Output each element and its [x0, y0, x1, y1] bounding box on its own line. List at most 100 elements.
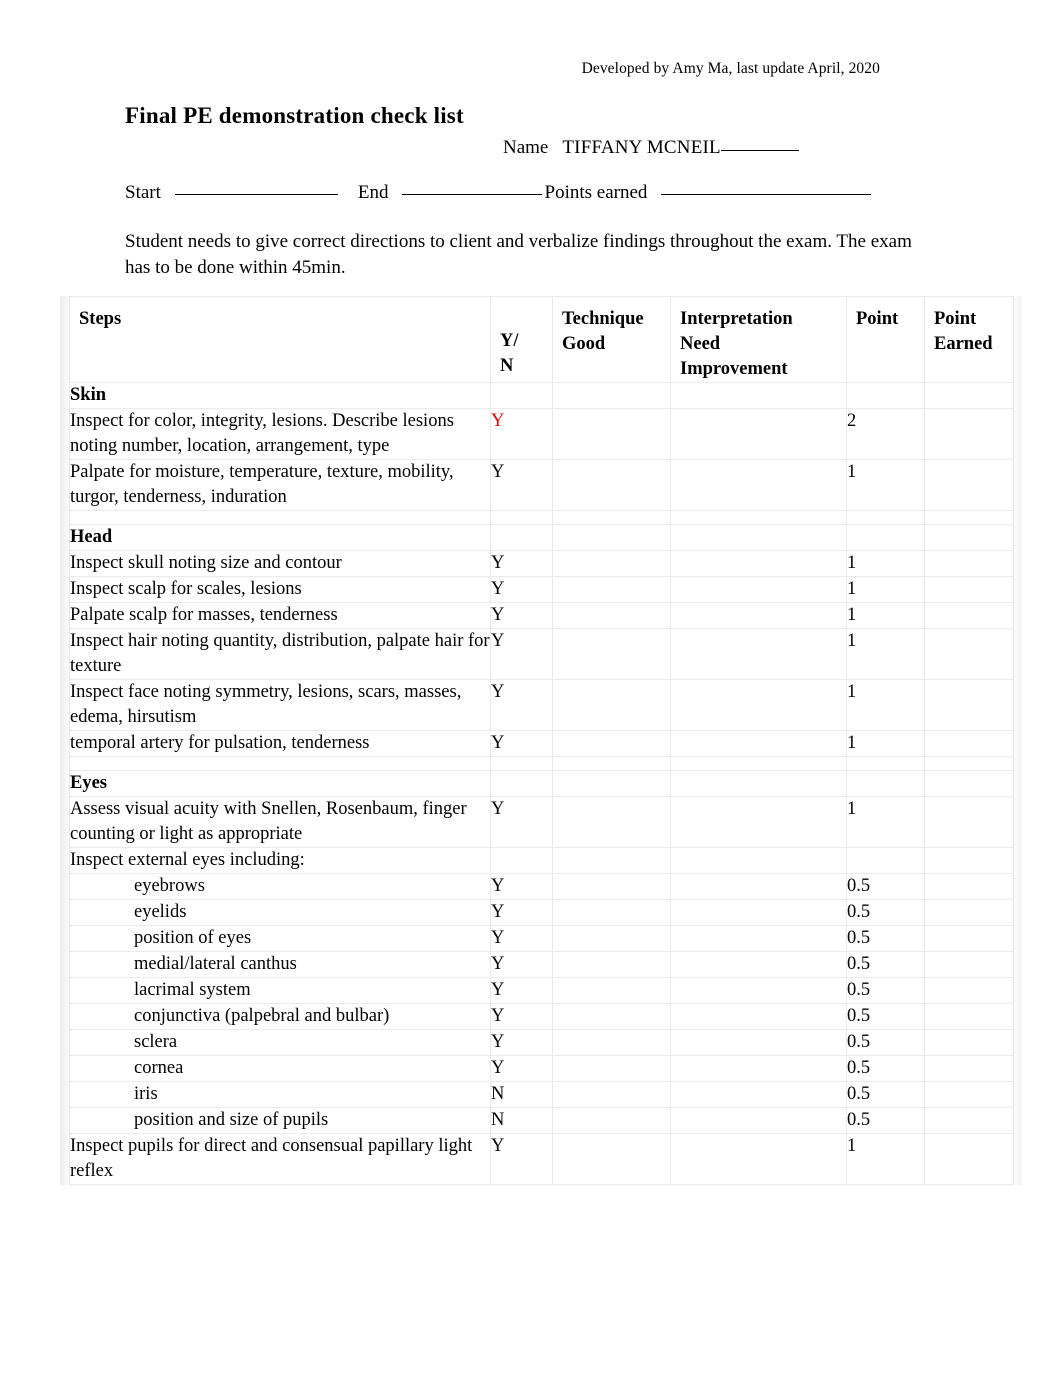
yn-cell[interactable]: Y: [490, 459, 553, 511]
yn-cell[interactable]: N: [490, 1081, 553, 1108]
interpretation-cell[interactable]: [670, 1081, 847, 1108]
interpretation-cell[interactable]: [670, 925, 847, 952]
technique-good-cell[interactable]: [552, 1133, 671, 1185]
yn-cell[interactable]: [490, 847, 553, 874]
technique-good-cell[interactable]: [552, 925, 671, 952]
interpretation-cell[interactable]: [670, 382, 847, 409]
yn-cell[interactable]: Y: [490, 628, 553, 680]
points-earned-input-underline[interactable]: [661, 194, 872, 195]
name-value[interactable]: TIFFANY MCNEIL: [562, 137, 721, 158]
end-input-underline[interactable]: [401, 194, 542, 195]
point-earned-cell[interactable]: [924, 1029, 1014, 1056]
interpretation-cell[interactable]: [670, 873, 847, 900]
technique-good-cell[interactable]: [552, 1003, 671, 1030]
point-earned-cell[interactable]: [924, 602, 1014, 629]
interpretation-cell[interactable]: [670, 524, 847, 551]
point-earned-cell[interactable]: [924, 770, 1014, 797]
point-earned-cell[interactable]: [924, 899, 1014, 926]
point-earned-cell[interactable]: [924, 847, 1014, 874]
yn-cell[interactable]: Y: [490, 1133, 553, 1185]
interpretation-cell[interactable]: [670, 679, 847, 731]
yn-cell[interactable]: [490, 524, 553, 551]
technique-good-cell[interactable]: [552, 628, 671, 680]
yn-cell[interactable]: Y: [490, 977, 553, 1004]
point-earned-cell[interactable]: [924, 873, 1014, 900]
interpretation-cell[interactable]: [670, 576, 847, 603]
yn-cell[interactable]: Y: [490, 796, 553, 848]
yn-cell[interactable]: N: [490, 1107, 553, 1134]
technique-good-cell[interactable]: [552, 459, 671, 511]
point-earned-cell[interactable]: [924, 459, 1014, 511]
yn-cell[interactable]: Y: [490, 951, 553, 978]
technique-good-cell[interactable]: [552, 1107, 671, 1134]
yn-cell[interactable]: Y: [490, 576, 553, 603]
yn-cell[interactable]: Y: [490, 899, 553, 926]
technique-good-cell[interactable]: [552, 1081, 671, 1108]
technique-good-cell[interactable]: [552, 382, 671, 409]
yn-cell[interactable]: Y: [490, 873, 553, 900]
point-earned-cell[interactable]: [924, 730, 1014, 757]
yn-cell[interactable]: Y: [490, 1029, 553, 1056]
interpretation-cell[interactable]: [670, 899, 847, 926]
point-earned-cell[interactable]: [924, 524, 1014, 551]
point-earned-cell[interactable]: [924, 1081, 1014, 1108]
point-earned-cell[interactable]: [924, 679, 1014, 731]
technique-good-cell[interactable]: [552, 550, 671, 577]
point-earned-cell[interactable]: [924, 925, 1014, 952]
interpretation-cell[interactable]: [670, 951, 847, 978]
technique-good-cell[interactable]: [552, 730, 671, 757]
point-earned-cell[interactable]: [924, 408, 1014, 460]
start-input-underline[interactable]: [174, 194, 338, 195]
interpretation-cell[interactable]: [670, 730, 847, 757]
interpretation-cell[interactable]: [670, 1029, 847, 1056]
yn-cell[interactable]: Y: [490, 602, 553, 629]
interpretation-cell[interactable]: [670, 847, 847, 874]
technique-good-cell[interactable]: [552, 576, 671, 603]
yn-cell[interactable]: Y: [490, 1055, 553, 1082]
point-earned-cell[interactable]: [924, 576, 1014, 603]
technique-good-cell[interactable]: [552, 524, 671, 551]
interpretation-cell[interactable]: [670, 1133, 847, 1185]
interpretation-cell[interactable]: [670, 628, 847, 680]
yn-cell[interactable]: Y: [490, 408, 553, 460]
technique-good-cell[interactable]: [552, 796, 671, 848]
yn-cell[interactable]: Y: [490, 925, 553, 952]
interpretation-cell[interactable]: [670, 1003, 847, 1030]
yn-cell[interactable]: [490, 382, 553, 409]
technique-good-cell[interactable]: [552, 1029, 671, 1056]
point-earned-cell[interactable]: [924, 977, 1014, 1004]
yn-cell[interactable]: [490, 770, 553, 797]
yn-cell[interactable]: Y: [490, 679, 553, 731]
technique-good-cell[interactable]: [552, 977, 671, 1004]
technique-good-cell[interactable]: [552, 951, 671, 978]
point-earned-cell[interactable]: [924, 796, 1014, 848]
interpretation-cell[interactable]: [670, 1107, 847, 1134]
technique-good-cell[interactable]: [552, 873, 671, 900]
technique-good-cell[interactable]: [552, 602, 671, 629]
point-earned-cell[interactable]: [924, 628, 1014, 680]
point-earned-cell[interactable]: [924, 951, 1014, 978]
interpretation-cell[interactable]: [670, 770, 847, 797]
point-earned-cell[interactable]: [924, 1133, 1014, 1185]
interpretation-cell[interactable]: [670, 408, 847, 460]
technique-good-cell[interactable]: [552, 899, 671, 926]
interpretation-cell[interactable]: [670, 1055, 847, 1082]
yn-cell[interactable]: Y: [490, 730, 553, 757]
interpretation-cell[interactable]: [670, 550, 847, 577]
technique-good-cell[interactable]: [552, 1055, 671, 1082]
point-earned-cell[interactable]: [924, 1107, 1014, 1134]
yn-cell[interactable]: Y: [490, 1003, 553, 1030]
point-earned-cell[interactable]: [924, 550, 1014, 577]
interpretation-cell[interactable]: [670, 602, 847, 629]
technique-good-cell[interactable]: [552, 408, 671, 460]
point-earned-cell[interactable]: [924, 1055, 1014, 1082]
technique-good-cell[interactable]: [552, 770, 671, 797]
yn-cell[interactable]: Y: [490, 550, 553, 577]
point-earned-cell[interactable]: [924, 382, 1014, 409]
interpretation-cell[interactable]: [670, 977, 847, 1004]
technique-good-cell[interactable]: [552, 847, 671, 874]
point-earned-cell[interactable]: [924, 1003, 1014, 1030]
interpretation-cell[interactable]: [670, 459, 847, 511]
technique-good-cell[interactable]: [552, 679, 671, 731]
interpretation-cell[interactable]: [670, 796, 847, 848]
